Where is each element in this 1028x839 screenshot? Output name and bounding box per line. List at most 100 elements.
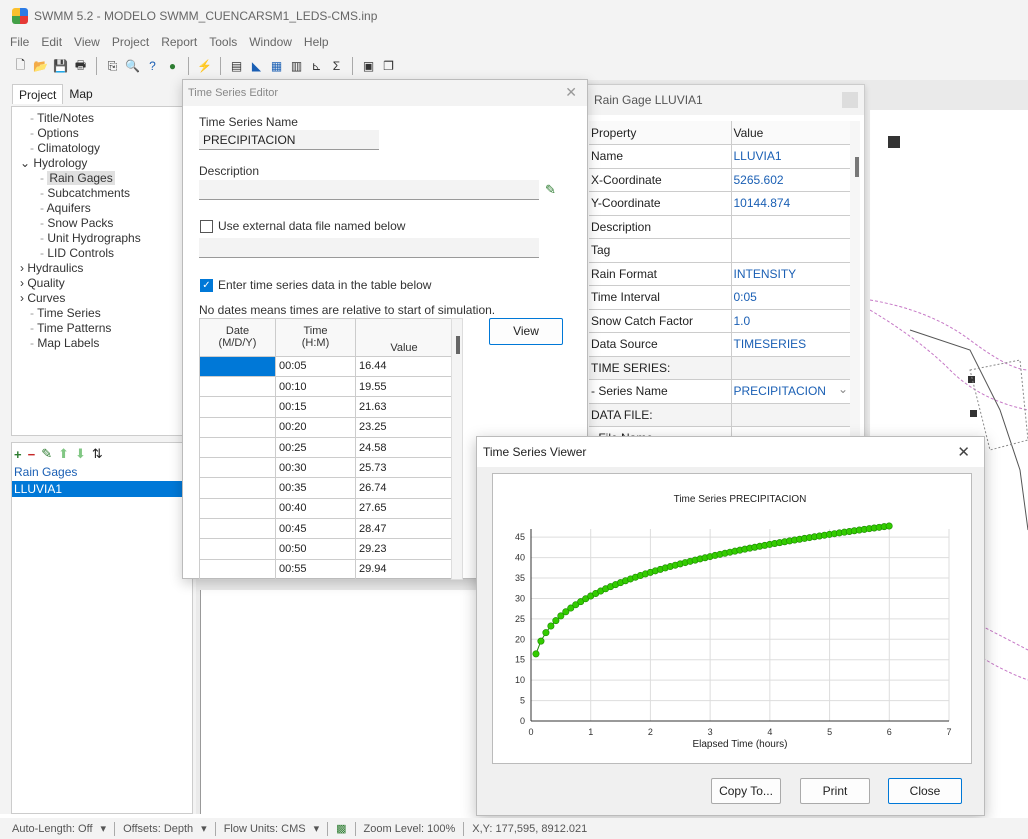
viewer-titlebar[interactable]: Time Series Viewer <box>477 437 984 467</box>
new-file-icon[interactable]: 🗋 <box>12 58 29 75</box>
value-cell[interactable]: 29.23 <box>355 538 453 560</box>
property-row[interactable]: Description <box>589 215 853 239</box>
time-cell[interactable]: 00:30 <box>275 457 356 479</box>
series-name-field[interactable]: PRECIPITACION <box>199 130 379 150</box>
property-value[interactable]: 10144.874 <box>731 191 853 216</box>
time-cell[interactable]: 00:35 <box>275 477 356 499</box>
delete-icon[interactable]: − <box>28 447 36 462</box>
property-row[interactable]: Name LLUVIA1 <box>589 144 853 169</box>
menu-tools[interactable]: Tools <box>209 35 237 49</box>
property-row[interactable]: Snow Catch Factor 1.0 <box>589 309 853 333</box>
property-value[interactable]: 5265.602 <box>731 168 853 192</box>
property-row[interactable]: Y-Coordinate 10144.874 <box>589 191 853 216</box>
table-row[interactable]: 00:15 21.63 <box>199 396 453 418</box>
globe-icon[interactable]: ● <box>164 58 181 75</box>
copy-to-button[interactable]: Copy To... <box>711 778 781 804</box>
profile-plot-icon[interactable]: ◣ <box>248 58 265 75</box>
print-button[interactable]: Print <box>800 778 870 804</box>
tree-item[interactable]: - Rain Gages <box>20 171 190 186</box>
date-cell[interactable] <box>199 477 276 499</box>
auto-length-dropdown-icon[interactable]: ▾ <box>101 822 107 835</box>
arrange-windows-icon[interactable]: ❐ <box>380 58 397 75</box>
close-icon[interactable] <box>842 92 858 108</box>
value-cell[interactable]: 25.73 <box>355 457 453 479</box>
offsets-status[interactable]: Offsets: Depth <box>123 823 193 835</box>
external-file-field[interactable] <box>199 238 539 258</box>
value-cell[interactable]: 26.74 <box>355 477 453 499</box>
date-cell[interactable] <box>199 355 276 377</box>
property-value[interactable]: LLUVIA1 <box>731 144 853 169</box>
node-symbol[interactable] <box>970 410 977 417</box>
tree-item[interactable]: - Snow Packs <box>20 216 190 231</box>
value-cell[interactable]: 21.63 <box>355 396 453 418</box>
tree-item[interactable]: - LID Controls <box>20 246 190 261</box>
tree-item[interactable]: - Subcatchments <box>20 186 190 201</box>
menu-file[interactable]: File <box>10 35 29 49</box>
query-icon[interactable]: ? <box>144 58 161 75</box>
table-row[interactable]: 00:10 19.55 <box>199 375 453 398</box>
property-row[interactable]: Data Source TIMESERIES <box>589 332 853 357</box>
date-cell[interactable] <box>199 396 276 418</box>
time-cell[interactable]: 00:10 <box>275 375 356 398</box>
flow-units-status[interactable]: Flow Units: CMS <box>224 823 306 835</box>
close-icon[interactable]: ✕ <box>957 443 970 461</box>
close-icon[interactable]: ✕ <box>565 84 577 101</box>
time-cell[interactable]: 00:45 <box>275 518 356 540</box>
flow-units-dropdown-icon[interactable]: ▾ <box>314 822 320 835</box>
tree-item[interactable]: › Quality <box>20 276 190 291</box>
value-cell[interactable]: 19.55 <box>355 375 453 398</box>
statistics-icon[interactable]: Σ <box>328 58 345 75</box>
property-value[interactable]: 0:05 <box>731 285 853 310</box>
chevron-down-icon[interactable]: ⌄ <box>838 382 848 396</box>
table-row[interactable]: 00:45 28.47 <box>199 518 453 540</box>
date-cell[interactable] <box>199 538 276 560</box>
editor-titlebar[interactable]: Time Series Editor <box>183 80 587 106</box>
time-cell[interactable]: 00:05 <box>275 355 356 377</box>
time-cell[interactable]: 00:15 <box>275 396 356 418</box>
time-plot-icon[interactable]: ▦ <box>268 58 285 75</box>
save-icon[interactable]: 💾 <box>52 58 69 75</box>
tree-item[interactable]: › Curves <box>20 291 190 306</box>
tree-item[interactable]: - Climatology <box>20 141 190 156</box>
copy-icon[interactable]: ⎘ <box>104 58 121 75</box>
move-down-icon[interactable]: ⬇ <box>75 446 86 462</box>
menu-edit[interactable]: Edit <box>41 35 62 49</box>
tree-item[interactable]: - Map Labels <box>20 336 190 351</box>
run-icon[interactable]: ⚡ <box>196 58 213 75</box>
property-row[interactable]: - Series Name PRECIPITACION ⌄ <box>589 379 853 404</box>
table-row[interactable]: 00:55 29.94 <box>199 558 453 581</box>
property-scrollbar-thumb[interactable] <box>855 157 859 177</box>
time-cell[interactable]: 00:55 <box>275 558 356 581</box>
table-row[interactable]: 00:30 25.73 <box>199 457 453 479</box>
value-cell[interactable]: 23.25 <box>355 416 453 438</box>
move-up-icon[interactable]: ⬆ <box>58 446 69 462</box>
property-row[interactable]: Time Interval 0:05 <box>589 285 853 310</box>
scatter-plot-icon[interactable]: ⊾ <box>308 58 325 75</box>
edit-description-icon[interactable]: ✎ <box>545 182 556 198</box>
table-row[interactable]: 00:25 24.58 <box>199 436 453 459</box>
value-cell[interactable]: 27.65 <box>355 497 453 520</box>
date-cell[interactable] <box>199 416 276 438</box>
value-cell[interactable]: 29.94 <box>355 558 453 581</box>
auto-length-status[interactable]: Auto-Length: Off <box>12 823 93 835</box>
value-cell[interactable]: 28.47 <box>355 518 453 540</box>
property-value[interactable]: 1.0 <box>731 309 853 333</box>
date-cell[interactable] <box>199 497 276 520</box>
property-value[interactable]: INTENSITY <box>731 262 853 286</box>
menu-window[interactable]: Window <box>249 35 292 49</box>
time-cell[interactable]: 00:50 <box>275 538 356 560</box>
table-row[interactable]: 00:40 27.65 <box>199 497 453 520</box>
tree-item[interactable]: - Time Series <box>20 306 190 321</box>
print-icon[interactable]: 🖶 <box>72 58 89 75</box>
property-row[interactable]: Tag <box>589 238 853 263</box>
tree-item[interactable]: ⌄ Hydrology <box>20 156 190 171</box>
tree-item[interactable]: › Hydraulics <box>20 261 190 276</box>
add-icon[interactable]: + <box>14 447 22 462</box>
menu-report[interactable]: Report <box>161 35 197 49</box>
tree-item[interactable]: - Unit Hydrographs <box>20 231 190 246</box>
close-button[interactable]: Close <box>888 778 962 804</box>
property-row[interactable]: Rain Format INTENSITY <box>589 262 853 286</box>
tree-item[interactable]: - Time Patterns <box>20 321 190 336</box>
property-row[interactable]: DATA FILE: <box>589 403 853 427</box>
property-editor-titlebar[interactable]: Rain Gage LLUVIA1 <box>584 85 864 115</box>
